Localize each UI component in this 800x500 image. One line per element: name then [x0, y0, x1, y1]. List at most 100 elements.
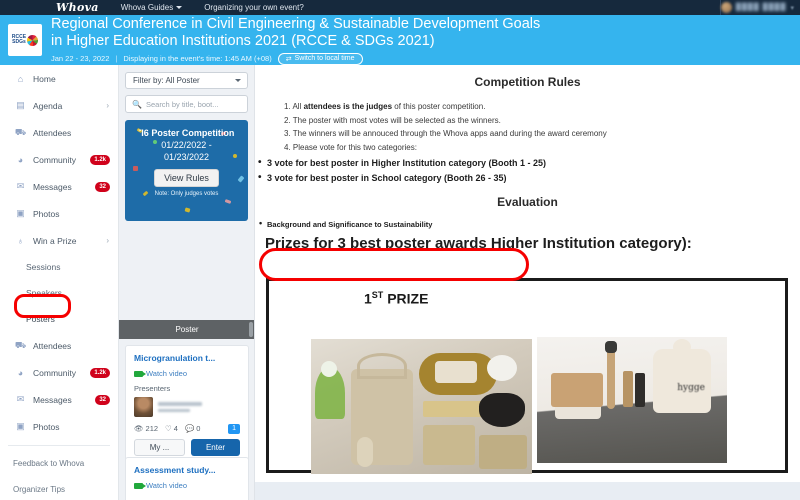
- event-title-line1: Regional Conference in Civil Engineering…: [51, 15, 541, 32]
- like-count[interactable]: ♡ 4: [165, 424, 178, 433]
- sdg-wheel-icon: [27, 34, 39, 46]
- chevron-down-icon: [235, 79, 241, 82]
- rule-item: 1. All attendees is the judges of this p…: [284, 102, 486, 111]
- sidebar-subitem-label: Sessions: [26, 262, 61, 272]
- judges-note: Note: Only judges votes: [154, 191, 219, 197]
- sidebar-item-photos[interactable]: ▣ Photos: [0, 200, 118, 227]
- switch-to-local-time-button[interactable]: ⇄ Switch to local time: [277, 52, 363, 65]
- nav-whova-guides[interactable]: Whova Guides: [120, 3, 183, 12]
- poster-competition-banner: Ἴ6 Poster Competition 01/22/2022 - 01/23…: [125, 120, 248, 221]
- divider: [8, 445, 110, 446]
- prize-line-rest: Higher Institution category):: [486, 235, 692, 252]
- event-subheader: Jan 22 - 23, 2022 | Displaying in the ev…: [51, 52, 540, 65]
- nav-organize-event[interactable]: Organizing your own event?: [204, 3, 304, 12]
- home-icon: ⌂: [17, 73, 24, 84]
- comment-count-value: 0: [196, 424, 201, 433]
- chevron-right-icon: ›: [106, 101, 109, 110]
- sidebar-item-attendees[interactable]: ⛟ Attendees: [0, 332, 118, 359]
- poster-tab[interactable]: Poster: [119, 320, 254, 339]
- sidebar-subitem-posters[interactable]: Posters: [0, 306, 118, 332]
- video-camera-icon: [134, 482, 146, 489]
- poster-title[interactable]: Microgranulation t...: [134, 353, 240, 364]
- poster-competition-label: Poster Competition: [151, 128, 235, 138]
- prize-number: 1: [364, 290, 372, 307]
- like-count-value: 4: [173, 424, 178, 433]
- user-menu[interactable]: ████ ████ ▾: [719, 0, 800, 15]
- prize-photo-right: hygge: [537, 337, 727, 463]
- event-logo-line2: SDGs: [12, 39, 26, 45]
- sidebar-subitem-label: Speakers: [26, 288, 62, 298]
- notification-badge: 32: [95, 181, 110, 192]
- separator: |: [115, 54, 118, 63]
- sidebar-footer-organizer-tips[interactable]: Organizer Tips: [0, 476, 118, 500]
- filter-dropdown[interactable]: Filter by: All Poster: [125, 72, 248, 89]
- sidebar-item-label: Messages: [33, 394, 72, 405]
- sidebar-item-attendees[interactable]: ⛟ Attendees: [0, 119, 118, 146]
- sidebar-item-community[interactable]: ◕ Community 1.2k: [0, 146, 118, 173]
- sidebar-item-label: Photos: [33, 421, 60, 432]
- rule-item: 2. The poster with most votes will be se…: [284, 115, 501, 125]
- poster-card[interactable]: Microgranulation t... Watch video Presen…: [125, 345, 249, 464]
- view-rules-button[interactable]: View Rules: [154, 169, 219, 187]
- search-icon: 🔍: [132, 99, 142, 109]
- sidebar-item-community[interactable]: ◕ Community 1.2k: [0, 359, 118, 386]
- sidebar-subitem-sessions[interactable]: Sessions: [0, 254, 118, 280]
- enter-button[interactable]: Enter: [191, 439, 240, 456]
- watch-video-label: Watch video: [146, 481, 187, 490]
- search-input[interactable]: 🔍 Search by title, boot...: [125, 95, 248, 113]
- event-header-text: Regional Conference in Civil Engineering…: [51, 16, 540, 65]
- sidebar-item-label: Community: [33, 154, 76, 165]
- sidebar-footer-feedback-to-whova[interactable]: Feedback to Whova: [0, 450, 118, 476]
- sidebar-footer-label: Feedback to Whova: [13, 458, 85, 468]
- scrollbar-thumb[interactable]: [249, 322, 253, 337]
- sidebar-item-label: Messages: [33, 181, 72, 192]
- whova-event-page: Whova Whova Guides Organizing your own e…: [0, 0, 800, 500]
- poster-card[interactable]: Assessment study... Watch video: [125, 457, 249, 500]
- filter-dropdown-label: Filter by: All Poster: [133, 76, 200, 85]
- watch-video-link[interactable]: Watch video: [134, 369, 240, 378]
- event-logo-text: RCCE SDGs: [12, 35, 26, 45]
- main-content: Competition Rules 1. All attendees is th…: [255, 65, 800, 500]
- camera-icon: ▣: [16, 421, 25, 431]
- notification-badge: 1.2k: [90, 367, 110, 378]
- people-icon: ⛟: [14, 339, 27, 350]
- whova-logo[interactable]: Whova: [56, 1, 99, 14]
- sidebar-item-messages[interactable]: ✉ Messages 32: [0, 173, 118, 200]
- sidebar-item-home[interactable]: ⌂ Home: [0, 65, 118, 92]
- competition-date-2: 01/23/2022: [163, 152, 210, 162]
- my-vote-button[interactable]: My ...: [134, 439, 185, 456]
- competition-rules-heading: Competition Rules: [474, 75, 581, 89]
- comment-icon: 💬: [184, 424, 195, 433]
- swap-icon: ⇄: [285, 55, 292, 63]
- event-title-line2: in Higher Education Institutions 2021 (R…: [51, 32, 435, 49]
- search-placeholder: Search by title, boot...: [145, 99, 219, 109]
- sidebar-item-photos[interactable]: ▣ Photos: [0, 413, 118, 440]
- brand-text: hygge: [677, 383, 705, 393]
- rule-item: 4. Please vote for this two categories:: [284, 142, 417, 152]
- switch-to-local-time-label: Switch to local time: [294, 55, 355, 62]
- event-dates: Jan 22 - 23, 2022: [51, 54, 110, 63]
- sidebar-item-agenda[interactable]: ▤ Agenda ›: [0, 92, 118, 119]
- presenter-name-blurred: [158, 402, 202, 412]
- prize-slide: 1ST PRIZE hygge: [266, 278, 788, 474]
- poster-competition-title: Ἴ6 Poster Competition: [139, 127, 235, 139]
- camera-icon: ▣: [16, 208, 25, 218]
- bottom-strip: [255, 482, 800, 500]
- sidebar-item-win-a-prize[interactable]: ♁ Win a Prize ›: [0, 227, 118, 254]
- sidebar-item-messages[interactable]: ✉ Messages 32: [0, 386, 118, 413]
- prize-line: Prizes for 3 best poster awards Higher I…: [265, 235, 800, 252]
- envelope-icon: ✉: [16, 181, 25, 191]
- presenter-avatar: [134, 397, 153, 417]
- watch-video-link[interactable]: Watch video: [134, 481, 240, 490]
- sidebar-item-label: Win a Prize: [33, 235, 77, 246]
- comment-count[interactable]: 💬 0: [185, 424, 201, 433]
- nav-whova-guides-label: Whova Guides: [120, 3, 174, 12]
- sidebar-subitem-speakers[interactable]: Speakers: [0, 280, 118, 306]
- rule-emphasis: attendees is the judges: [303, 102, 393, 111]
- poster-title[interactable]: Assessment study...: [134, 465, 240, 476]
- top-navigation-bar: Whova Whova Guides Organizing your own e…: [0, 0, 800, 15]
- event-header: RCCE SDGs Regional Conference in Civil E…: [0, 15, 800, 65]
- vote-bullet: 3 vote for best poster in Higher Institu…: [255, 155, 800, 171]
- chat-icon: ◕: [17, 154, 24, 165]
- sidebar-item-label: Photos: [33, 208, 60, 219]
